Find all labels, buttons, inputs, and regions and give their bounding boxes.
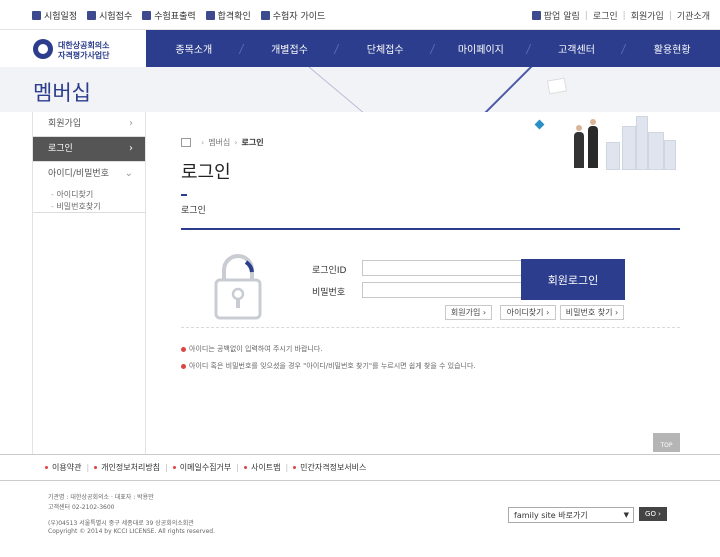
- chevron-right-icon: ›: [129, 118, 133, 129]
- footer-links: 이용약관 | 개인정보처리방침 | 이메일수집거부 | 사이트맵 | 민간자격정보서비스: [0, 454, 720, 481]
- quick-links: 시험일정 시험접수 수험표출력 합격확인 수험자 가이드: [32, 9, 325, 22]
- nav-item-individual[interactable]: 개별접수: [242, 30, 338, 67]
- dropdown-arrow-icon: ▼: [623, 511, 629, 519]
- decor-line: [399, 67, 543, 112]
- login-link[interactable]: 로그인: [593, 9, 618, 22]
- quick-link-schedule[interactable]: 시험일정: [32, 9, 77, 22]
- nav-item-mypage[interactable]: 마이페이지: [433, 30, 529, 67]
- family-site-go-button[interactable]: GO ›: [639, 507, 667, 521]
- chevron-down-icon: ⌄: [124, 168, 133, 179]
- find-password-button[interactable]: 비밀번호 찾기 ›: [560, 305, 624, 320]
- bullet-icon: [181, 363, 186, 369]
- chevron-right-icon: ›: [129, 143, 133, 154]
- footer-link-email-refuse[interactable]: 이메일수집거부: [173, 462, 232, 473]
- footer-copyright: Copyright © 2014 by KCCI LICENSE. All ri…: [48, 528, 215, 535]
- password-label: 비밀번호: [312, 288, 346, 298]
- member-login-button[interactable]: 회원로그인: [521, 259, 625, 300]
- join-link[interactable]: 회원가입: [631, 9, 664, 22]
- divider: [181, 327, 680, 328]
- quick-link-print[interactable]: 수험표출력: [142, 9, 196, 22]
- page-title: 로그인: [181, 162, 231, 183]
- side-submenu: 아이디찾기 비밀번호찾기: [33, 187, 145, 213]
- side-menu: 회원가입› 로그인› 아이디/비밀번호⌄ 아이디찾기 비밀번호찾기: [32, 112, 146, 454]
- password-input[interactable]: [362, 282, 522, 298]
- join-button[interactable]: 회원가입 ›: [445, 305, 492, 320]
- lock-icon: [214, 254, 262, 320]
- nav-item-usage[interactable]: 활용현황: [624, 30, 720, 67]
- section-rule: [181, 228, 680, 230]
- bullet-icon: [181, 346, 186, 352]
- login-id-input[interactable]: [362, 260, 522, 276]
- nav-item-group[interactable]: 단체접수: [337, 30, 433, 67]
- pass-check-icon: [205, 11, 215, 20]
- main-menu: 종목소개 개별접수 단체접수 마이페이지 고객센터 활용현황: [146, 30, 720, 67]
- scroll-top-button[interactable]: TOP: [653, 433, 680, 452]
- footer-link-sitemap[interactable]: 사이트맵: [244, 462, 280, 473]
- nav-item-intro[interactable]: 종목소개: [146, 30, 242, 67]
- divider: |: [668, 10, 672, 21]
- footer-info-phone: 고객센터 02-2102-3600: [48, 504, 115, 511]
- section-title: 멤버십: [33, 81, 91, 105]
- side-item-login[interactable]: 로그인 ›: [33, 137, 145, 162]
- popup-icon: [531, 11, 541, 20]
- calendar-icon: [32, 11, 41, 20]
- utility-links: 팝업 알림 | 로그인 | 회원가입 | 기관소개: [531, 9, 710, 22]
- logo-text-line2: 자격평가사업단: [58, 51, 110, 60]
- side-item-find-account[interactable]: 아이디/비밀번호 ⌄: [33, 162, 145, 187]
- notice-2: 아이디 혹은 비밀번호를 잊으셨을 경우 "아이디/비밀번호 찾기"를 누르시면…: [181, 361, 476, 371]
- find-id-button[interactable]: 아이디찾기 ›: [500, 305, 556, 320]
- title-accent-bar: [181, 194, 187, 196]
- popup-link[interactable]: 팝업 알림: [544, 9, 580, 22]
- home-icon[interactable]: [181, 138, 191, 147]
- quick-link-guide[interactable]: 수험자 가이드: [260, 9, 325, 22]
- side-item-join[interactable]: 회원가입 ›: [33, 112, 145, 137]
- footer-info-address: (우)04513 서울특별시 중구 세종대로 39 상공회의소회관: [48, 520, 194, 527]
- print-icon: [142, 11, 152, 20]
- footer-link-privacy[interactable]: 개인정보처리방침: [94, 462, 160, 473]
- breadcrumb-parent[interactable]: 멤버십: [208, 137, 230, 148]
- nav-item-support[interactable]: 고객센터: [529, 30, 625, 67]
- register-icon: [87, 11, 97, 20]
- login-id-label: 로그인ID: [312, 266, 347, 276]
- logo[interactable]: 대한상공회의소 자격평가사업단: [0, 30, 146, 67]
- divider: |: [584, 10, 588, 21]
- footer-link-private-cert[interactable]: 민간자격정보서비스: [293, 462, 366, 473]
- footer-link-terms[interactable]: 이용약관: [45, 462, 81, 473]
- breadcrumb: › 멤버십 › 로그인: [181, 137, 264, 148]
- breadcrumb-current: 로그인: [241, 138, 264, 147]
- section-subheading: 로그인: [181, 206, 206, 216]
- family-site-select[interactable]: family site 바로가기 ▼: [508, 507, 634, 523]
- divider: |: [622, 10, 626, 21]
- divider: [33, 212, 146, 213]
- notice-1: 아이디는 공백없이 입력하여 주시기 바랍니다.: [181, 344, 323, 354]
- paper-plane-decor: [546, 77, 568, 95]
- quick-link-register[interactable]: 시험접수: [87, 9, 132, 22]
- side-sub-find-id[interactable]: 아이디찾기: [51, 189, 145, 201]
- guide-icon: [260, 11, 270, 20]
- org-link[interactable]: 기관소개: [677, 9, 710, 22]
- top-utility-bar: 시험일정 시험접수 수험표출력 합격확인 수험자 가이드 팝업 알림 | 로그인…: [0, 0, 720, 30]
- footer-info-org: 기관명 : 대한상공회의소 · 대표자 : 박용만: [48, 494, 154, 501]
- logo-mark-icon: [33, 39, 53, 59]
- decor-line: [303, 67, 458, 112]
- business-people-illustration: [532, 112, 682, 170]
- sub-visual-banner: 멤버십: [0, 67, 720, 112]
- quick-link-pass[interactable]: 합격확인: [205, 9, 251, 22]
